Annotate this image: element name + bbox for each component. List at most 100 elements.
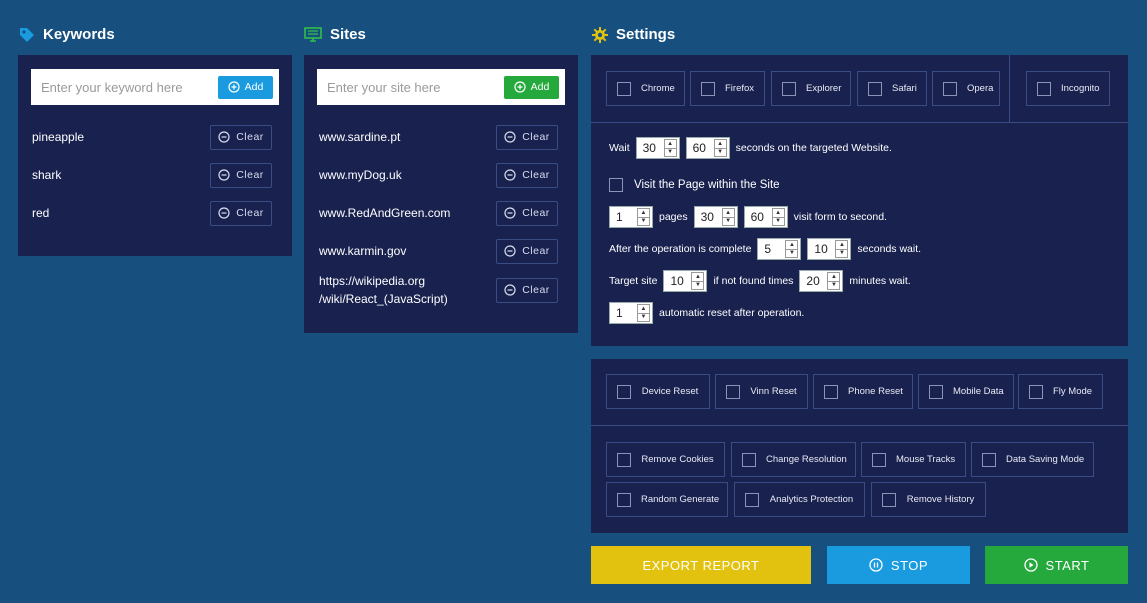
minus-circle-icon (504, 245, 516, 257)
checkbox-firefox[interactable]: Firefox (690, 71, 765, 106)
arrow-up-icon[interactable]: ▲ (692, 273, 704, 282)
checkbox-label: Remove Cookies (641, 454, 714, 465)
pages-from-stepper[interactable]: 30 ▲ ▼ (693, 206, 738, 228)
after-op-max-stepper[interactable]: 10 ▲ ▼ (807, 238, 852, 260)
minus-circle-icon (218, 169, 230, 181)
clear-site-button[interactable]: Clear (496, 162, 558, 188)
arrow-up-icon[interactable]: ▲ (828, 273, 840, 282)
clear-site-button[interactable]: Clear (496, 238, 558, 264)
divider (1009, 55, 1010, 122)
arrow-down-icon[interactable]: ▼ (723, 218, 734, 226)
pages-count-stepper[interactable]: 1 ▲ ▼ (609, 206, 653, 228)
checkbox-box (617, 81, 631, 96)
add-keyword-label: Add (244, 81, 264, 93)
stepper-arrows[interactable]: ▲ ▼ (721, 208, 735, 226)
arrow-up-icon[interactable]: ▲ (722, 209, 734, 218)
stepper-arrows[interactable]: ▲ ▼ (637, 304, 650, 322)
site-label-line1: https://wikipedia.org (319, 274, 426, 288)
settings-header: Settings (592, 26, 675, 43)
arrow-up-icon[interactable]: ▲ (786, 241, 798, 250)
site-label: www.karmin.gov (319, 244, 407, 258)
add-site-button[interactable]: Add (504, 75, 559, 99)
stepper-arrows[interactable]: ▲ ▼ (835, 240, 849, 258)
minus-circle-icon (504, 169, 516, 181)
arrow-down-icon[interactable]: ▼ (638, 314, 649, 322)
export-report-button[interactable]: EXPORT REPORT (591, 546, 811, 584)
clear-keyword-button[interactable]: Clear (210, 200, 272, 226)
clear-site-button[interactable]: Clear (496, 277, 558, 303)
start-button[interactable]: START (985, 546, 1128, 584)
arrow-up-icon[interactable]: ▲ (836, 241, 848, 250)
arrow-up-icon[interactable]: ▲ (714, 140, 726, 149)
pages-to-stepper[interactable]: 60 ▲ ▼ (743, 206, 788, 228)
keyword-input[interactable] (41, 79, 218, 95)
stepper-arrows[interactable]: ▲ ▼ (663, 139, 677, 157)
stepper-arrows[interactable]: ▲ ▼ (827, 272, 841, 290)
checkbox-box (726, 384, 740, 399)
checkbox-data-saving-mode[interactable]: Data Saving Mode (971, 442, 1094, 477)
checkbox-fly-mode[interactable]: Fly Mode (1018, 374, 1103, 409)
checkbox-chrome[interactable]: Chrome (606, 71, 685, 106)
site-input[interactable] (327, 79, 504, 95)
stepper-arrows[interactable]: ▲ ▼ (771, 208, 785, 226)
target-minutes-stepper[interactable]: 20 ▲ ▼ (799, 270, 844, 292)
stop-button[interactable]: STOP (827, 546, 970, 584)
arrow-up-icon[interactable]: ▲ (664, 140, 676, 149)
clear-site-button[interactable]: Clear (496, 200, 558, 226)
checkbox-safari[interactable]: Safari (857, 71, 927, 106)
checkbox-analytics-protection[interactable]: Analytics Protection (734, 482, 865, 517)
visit-page-row[interactable]: Visit the Page within the Site (609, 178, 780, 192)
arrow-down-icon[interactable]: ▼ (638, 218, 649, 226)
arrow-down-icon[interactable]: ▼ (773, 218, 784, 226)
checkbox-remove-cookies[interactable]: Remove Cookies (606, 442, 725, 477)
clear-keyword-button[interactable]: Clear (210, 124, 272, 150)
stepper-arrows[interactable]: ▲ ▼ (691, 272, 705, 290)
stepper-arrows[interactable]: ▲ ▼ (637, 208, 650, 226)
checkbox-device-reset[interactable]: Device Reset (606, 374, 710, 409)
arrow-down-icon[interactable]: ▼ (836, 250, 847, 258)
arrow-down-icon[interactable]: ▼ (828, 282, 839, 290)
auto-reset-stepper[interactable]: 1 ▲ ▼ (609, 302, 653, 324)
after-op-min-stepper[interactable]: 5 ▲ ▼ (757, 238, 802, 260)
list-item: red Clear (32, 194, 272, 232)
checkbox-phone-reset[interactable]: Phone Reset (813, 374, 913, 409)
pages-label: pages (659, 211, 688, 223)
checkbox-change-resolution[interactable]: Change Resolution (731, 442, 856, 477)
checkbox-random-generate[interactable]: Random Generate (606, 482, 728, 517)
checkbox-mobile-data[interactable]: Mobile Data (918, 374, 1014, 409)
checkbox-remove-history[interactable]: Remove History (871, 482, 986, 517)
checkbox-box (617, 452, 631, 467)
arrow-down-icon[interactable]: ▼ (786, 250, 797, 258)
wait-label: Wait (609, 142, 630, 154)
checkbox-opera[interactable]: Opera (932, 71, 1000, 106)
arrow-up-icon[interactable]: ▲ (772, 209, 784, 218)
checkbox-mouse-tracks[interactable]: Mouse Tracks (861, 442, 966, 477)
minus-circle-icon (504, 284, 516, 296)
add-site-label: Add (530, 81, 550, 93)
stepper-arrows[interactable]: ▲ ▼ (785, 240, 799, 258)
checkbox-vinn-reset[interactable]: Vinn Reset (715, 374, 808, 409)
target-times-stepper[interactable]: 10 ▲ ▼ (663, 270, 708, 292)
checkbox-box[interactable] (609, 178, 623, 192)
auto-reset-suffix: automatic reset after operation. (659, 307, 805, 319)
checkbox-explorer[interactable]: Explorer (771, 71, 851, 106)
arrow-up-icon[interactable]: ▲ (638, 305, 649, 314)
pages-row: 1 ▲ ▼ pages 30 ▲ ▼ 60 ▲ ▼ visit form to second… (609, 206, 887, 228)
arrow-down-icon[interactable]: ▼ (715, 149, 726, 157)
clear-label: Clear (522, 169, 550, 181)
clear-site-button[interactable]: Clear (496, 124, 558, 150)
stepper-value: 60 (692, 141, 706, 155)
arrow-down-icon[interactable]: ▼ (665, 149, 676, 157)
stepper-arrows[interactable]: ▲ ▼ (713, 139, 727, 157)
target-mid: if not found times (713, 275, 794, 287)
add-keyword-button[interactable]: Add (218, 75, 273, 99)
site-label: www.sardine.pt (319, 130, 401, 144)
checkbox-label: Opera (967, 83, 994, 94)
checkbox-incognito[interactable]: Incognito (1026, 71, 1110, 106)
arrow-down-icon[interactable]: ▼ (692, 282, 703, 290)
stepper-value: 20 (806, 274, 820, 288)
clear-keyword-button[interactable]: Clear (210, 162, 272, 188)
arrow-up-icon[interactable]: ▲ (638, 209, 649, 218)
wait-max-stepper[interactable]: 60 ▲ ▼ (685, 137, 730, 159)
wait-min-stepper[interactable]: 30 ▲ ▼ (635, 137, 680, 159)
